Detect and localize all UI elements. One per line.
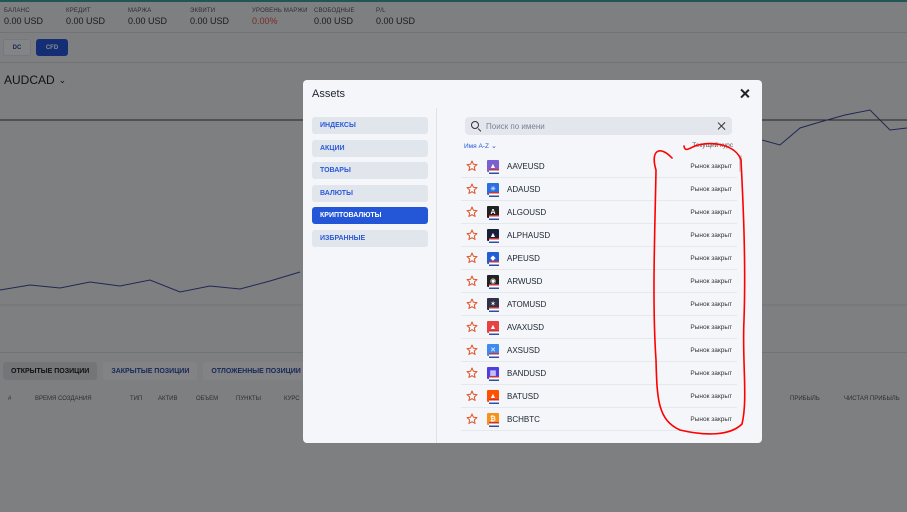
scrollbar[interactable] xyxy=(739,155,742,172)
star-icon[interactable] xyxy=(466,252,478,264)
star-icon[interactable] xyxy=(466,160,478,172)
chevron-down-icon: ⌄ xyxy=(490,143,497,150)
asset-symbol: ADAUSD xyxy=(507,184,541,194)
star-icon[interactable] xyxy=(466,229,478,241)
category-0[interactable]: Индексы xyxy=(312,117,428,134)
search-icon xyxy=(471,121,481,131)
asset-rate: Рынок закрыт xyxy=(690,277,732,285)
asset-row[interactable]: ◆ APEUSD Рынок закрыт xyxy=(461,247,737,270)
asset-symbol: ALGOUSD xyxy=(507,207,547,217)
asset-row[interactable]: A ALGOUSD Рынок закрыт xyxy=(461,201,737,224)
modal-header: Assets xyxy=(303,80,762,108)
asset-symbol: AAVEUSD xyxy=(507,161,545,171)
asset-rate: Рынок закрыт xyxy=(690,300,732,308)
asset-list-panel: Имя А-Z ⌄ Текущий курс ▲ AAVEUSD Рынок зак… xyxy=(437,108,762,443)
star-icon[interactable] xyxy=(466,206,478,218)
asset-symbol: ARWUSD xyxy=(507,276,543,286)
star-icon[interactable] xyxy=(466,367,478,379)
bat-icon: ▲ xyxy=(487,390,499,404)
arweave-icon: ◉ xyxy=(487,275,499,289)
asset-rate: Рынок закрыт xyxy=(690,323,732,331)
asset-row[interactable]: ▲ AVAXUSD Рынок закрыт xyxy=(461,316,737,339)
list-header: Имя А-Z ⌄ Текущий курс xyxy=(464,142,734,152)
asset-symbol: BCHBTC xyxy=(507,414,540,424)
category-2[interactable]: Товары xyxy=(312,162,428,179)
asset-row[interactable]: ✕ AXSUSD Рынок закрыт xyxy=(461,339,737,362)
asset-symbol: BANDUSD xyxy=(507,368,547,378)
asset-symbol: APEUSD xyxy=(507,253,540,263)
asset-symbol: AXSUSD xyxy=(507,345,540,355)
star-icon[interactable] xyxy=(466,344,478,356)
close-icon[interactable] xyxy=(738,87,752,101)
assets-modal: Assets Индексы Акции Товары Валюты Криптовал… xyxy=(303,80,762,443)
asset-row[interactable]: ▲ BATUSD Рынок закрыт xyxy=(461,385,737,408)
asset-row[interactable]: ✶ ATOMUSD Рынок закрыт xyxy=(461,293,737,316)
star-icon[interactable] xyxy=(466,390,478,402)
avalanche-icon: ▲ xyxy=(487,321,499,335)
asset-symbol: ATOMUSD xyxy=(507,299,547,309)
asset-rate: Рынок закрыт xyxy=(690,392,732,400)
asset-row[interactable]: ₿ BCHBTC Рынок закрыт xyxy=(461,408,737,431)
asset-symbol: ALPHAUSD xyxy=(507,230,551,240)
category-3[interactable]: Валюты xyxy=(312,184,428,202)
category-5[interactable]: Избранные xyxy=(312,229,428,247)
asset-symbol: BATUSD xyxy=(507,391,539,401)
asset-rate: Рынок закрыт xyxy=(690,231,732,239)
category-4[interactable]: Криптовалюты xyxy=(312,207,428,224)
asset-list: ▲ AAVEUSD Рынок закрыт ✳ ADAUSD Рынок закрыт A… xyxy=(461,155,737,431)
alpha-icon: ▲ xyxy=(487,229,499,243)
cosmos-icon: ✶ xyxy=(487,298,499,312)
asset-rate: Рынок закрыт xyxy=(690,162,732,170)
cardano-icon: ✳ xyxy=(487,183,499,197)
asset-row[interactable]: ◉ ARWUSD Рынок закрыт xyxy=(461,270,737,293)
asset-rate: Рынок закрыт xyxy=(690,208,732,216)
star-icon[interactable] xyxy=(466,298,478,310)
category-sidebar: Индексы Акции Товары Валюты Криптовалюты Избр… xyxy=(303,108,437,443)
asset-rate: Рынок закрыт xyxy=(690,254,732,262)
sort-by-name-button[interactable]: Имя А-Z ⌄ xyxy=(464,142,497,151)
sort-label: Имя А-Z xyxy=(464,142,489,150)
asset-rate: Рынок закрыт xyxy=(690,185,732,193)
asset-rate: Рынок закрыт xyxy=(690,346,732,354)
bitcoin-cash-icon: ₿ xyxy=(487,413,499,427)
clear-search-icon[interactable] xyxy=(716,121,726,131)
apecoin-icon: ◆ xyxy=(487,252,499,266)
asset-row[interactable]: ▲ ALPHAUSD Рынок закрыт xyxy=(461,224,737,247)
asset-rate: Рынок закрыт xyxy=(690,415,732,423)
search-input[interactable] xyxy=(486,121,716,131)
asset-rate: Рынок закрыт xyxy=(690,369,732,377)
band-icon: ▦ xyxy=(487,367,499,381)
star-icon[interactable] xyxy=(466,183,478,195)
asset-row[interactable]: ✳ ADAUSD Рынок закрыт xyxy=(461,178,737,201)
asset-symbol: AVAXUSD xyxy=(507,322,545,332)
modal-title: Assets xyxy=(312,88,346,100)
star-icon[interactable] xyxy=(466,413,478,425)
asset-row[interactable]: ▲ AAVEUSD Рынок закрыт xyxy=(461,155,737,178)
search-box[interactable] xyxy=(465,117,732,135)
axie-icon: ✕ xyxy=(487,344,499,358)
star-icon[interactable] xyxy=(466,321,478,333)
category-1[interactable]: Акции xyxy=(312,139,428,157)
rate-column-header: Текущий курс xyxy=(692,142,733,149)
star-icon[interactable] xyxy=(466,275,478,287)
algorand-icon: A xyxy=(487,206,499,220)
aave-icon: ▲ xyxy=(487,160,499,174)
asset-row[interactable]: ▦ BANDUSD Рынок закрыт xyxy=(461,362,737,385)
